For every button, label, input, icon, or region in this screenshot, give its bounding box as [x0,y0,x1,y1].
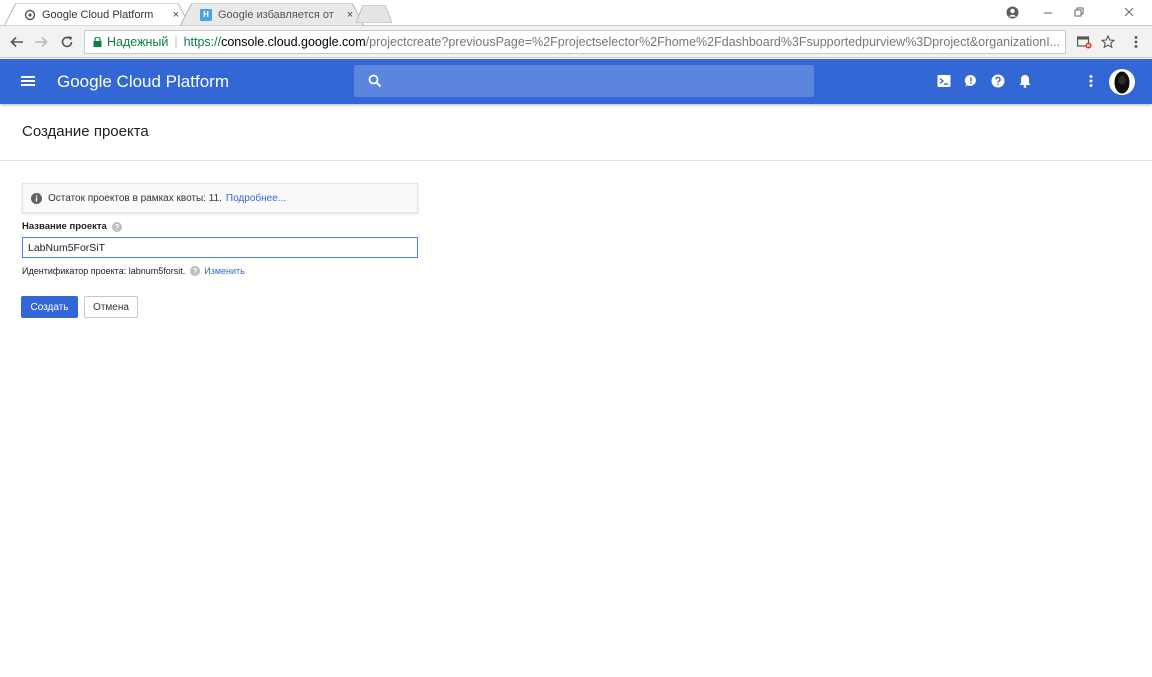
back-icon[interactable] [9,34,25,50]
tab-title: Google Cloud Platform [42,8,154,21]
project-id-line: Идентификатор проекта: labnum5forsit. Из… [22,266,245,276]
notifications-bell-icon[interactable] [1017,73,1033,89]
quota-learn-more-link[interactable]: Подробнее... [226,193,286,204]
close-window-icon[interactable] [1121,4,1137,20]
search-icon [368,74,382,88]
account-avatar[interactable] [1109,69,1135,95]
habr-favicon-icon: H [200,8,212,21]
cloud-shell-icon[interactable] [936,73,952,89]
project-id-help-icon[interactable] [190,266,201,276]
cancel-button[interactable]: Отмена [84,296,138,318]
gcp-header: Google Cloud Platform [0,59,1152,104]
address-bar[interactable]: Надежный | https://console.cloud.google.… [84,30,1066,54]
project-name-help-icon[interactable] [111,221,122,232]
new-tab-button[interactable] [356,5,392,23]
tab-habr-article[interactable]: H Google избавляется от × [180,3,364,26]
lock-icon [93,37,102,47]
project-id-text: Идентификатор проекта: labnum5forsit. [22,266,186,276]
bookmark-star-icon[interactable] [1100,34,1116,50]
tab-title: Google избавляется от [218,8,334,21]
more-options-icon[interactable] [1083,73,1099,89]
browser-tab-strip: Google Cloud Platform × H Google избавля… [0,0,1152,26]
profile-icon[interactable] [1004,4,1020,20]
url-separator: | [174,35,178,49]
quota-text: Остаток проектов в рамках квоты: 11. [48,192,222,204]
browser-menu-icon[interactable] [1128,34,1144,50]
restore-icon[interactable] [1071,4,1087,20]
product-name[interactable]: Google Cloud Platform [57,72,229,92]
title-divider [0,160,1152,161]
gcp-favicon-icon [24,9,36,21]
url-path: /projectcreate?previousPage=%2Fprojectse… [365,35,1061,49]
project-name-label: Название проекта [22,221,122,232]
url-host: console.cloud.google.com [221,35,366,49]
help-icon[interactable] [990,73,1006,89]
search-input[interactable] [394,70,794,92]
tab-close-icon[interactable]: × [170,9,182,21]
project-name-input[interactable] [22,237,418,258]
tab-google-cloud-platform[interactable]: Google Cloud Platform × [4,3,190,26]
create-button[interactable]: Создать [21,296,78,318]
tab-close-icon[interactable]: × [344,9,356,21]
popup-blocked-icon[interactable] [1076,34,1092,50]
info-icon [31,192,42,204]
forward-icon[interactable] [33,34,49,50]
page-title: Создание проекта [22,123,149,140]
browser-toolbar: Надежный | https://console.cloud.google.… [0,26,1152,58]
feedback-icon[interactable] [963,73,979,89]
quota-notice: Остаток проектов в рамках квоты: 11. Под… [22,183,418,213]
url-scheme: https:// [183,35,222,49]
security-label: Надежный [107,35,169,49]
search-box[interactable] [354,65,814,97]
project-name-label-text: Название проекта [22,221,107,232]
reload-icon[interactable] [59,34,75,50]
edit-project-id-link[interactable]: Изменить [204,266,245,276]
minimize-icon[interactable] [1040,4,1056,20]
hamburger-menu-icon[interactable] [20,73,36,89]
